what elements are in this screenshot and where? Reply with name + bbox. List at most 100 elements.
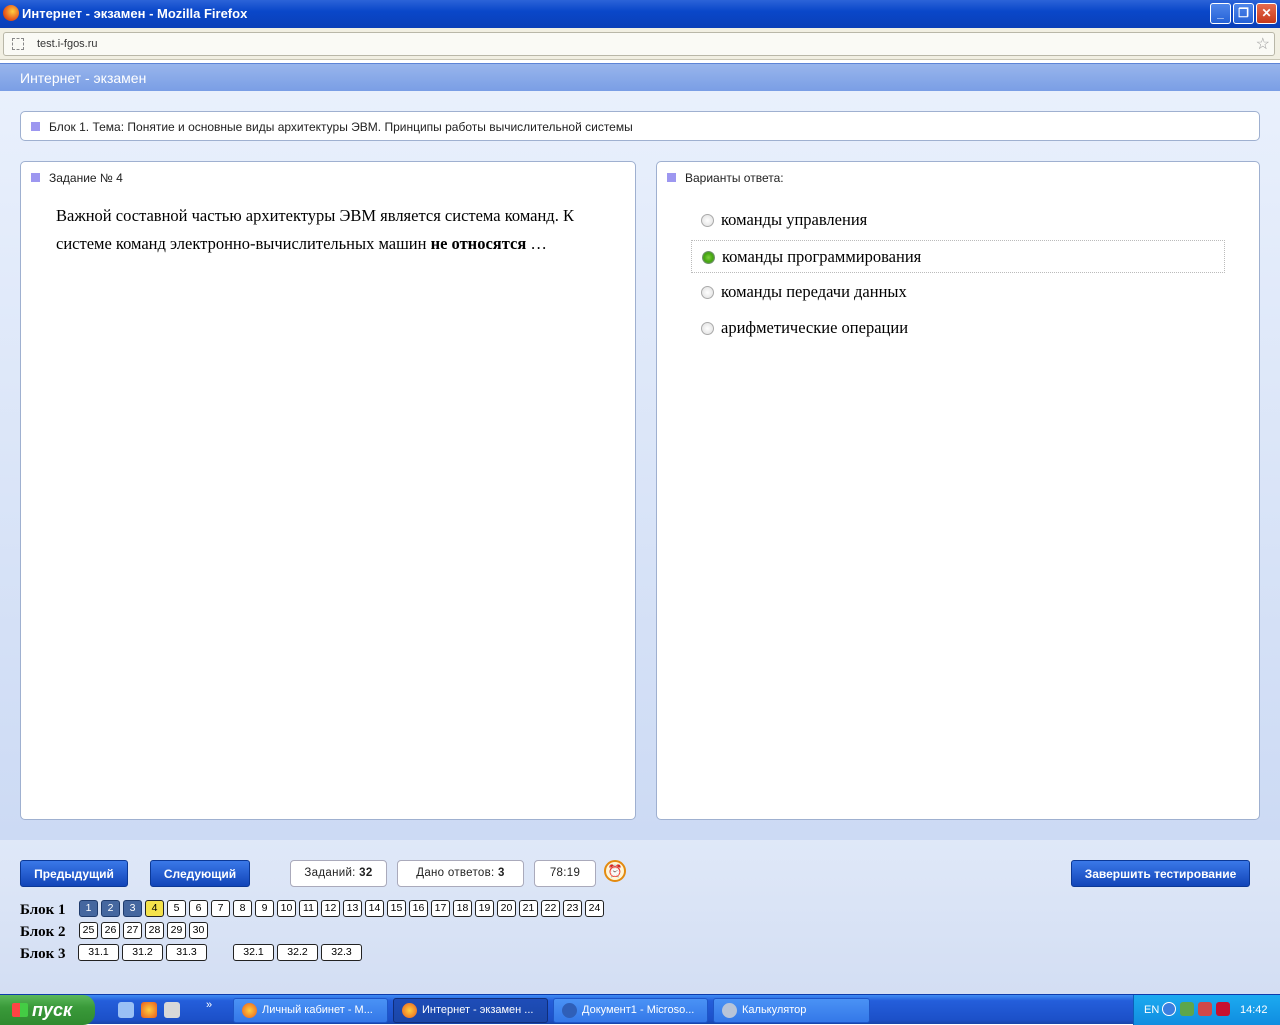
task-nav-button[interactable]: 21 [519, 900, 538, 917]
ie-quicklaunch-icon[interactable] [118, 1002, 134, 1018]
quicklaunch-more[interactable]: » [206, 999, 212, 1011]
answers-heading: Варианты ответа: [685, 171, 784, 185]
task-nav-button[interactable]: 28 [145, 922, 164, 939]
answer-label[interactable]: команды программирования [722, 247, 921, 267]
task-nav-button[interactable]: 31.2 [122, 944, 163, 961]
answer-option[interactable]: арифметические операции [691, 312, 1225, 345]
task-nav-button[interactable]: 23 [563, 900, 582, 917]
windows-taskbar: пуск » Личный кабинет - М... Интернет - э… [0, 994, 1280, 1025]
bookmark-star-icon[interactable]: ☆ [1256, 34, 1270, 54]
task-nav-button[interactable]: 30 [189, 922, 208, 939]
answer-option[interactable]: команды программирования [691, 240, 1225, 273]
firefox-icon [3, 5, 19, 21]
task-nav-button[interactable]: 18 [453, 900, 472, 917]
tasks-count-box: Заданий: 32 [290, 860, 387, 887]
task-nav-button[interactable]: 9 [255, 900, 274, 917]
alarm-clock-icon: ⏰ [604, 860, 626, 882]
block-topic-text: Блок 1. Тема: Понятие и основные виды ар… [49, 120, 633, 134]
finish-test-button[interactable]: Завершить тестирование [1071, 860, 1250, 887]
block-1-label: Блок 1 [20, 902, 66, 918]
window-app-icon [402, 1003, 417, 1018]
answer-label[interactable]: команды передачи данных [721, 282, 907, 302]
task-nav-button[interactable]: 10 [277, 900, 296, 917]
task-nav-button[interactable]: 17 [431, 900, 450, 917]
timer: 78:19 [534, 860, 596, 887]
task-nav-button[interactable]: 32.1 [233, 944, 274, 961]
url-bar[interactable]: test.i-fgos.ru ☆ [3, 32, 1275, 56]
antivirus-icon[interactable] [1216, 1002, 1230, 1016]
window-titlebar: Интернет - экзамен - Mozilla Firefox _ ❐… [0, 0, 1280, 28]
task-nav-button[interactable]: 16 [409, 900, 428, 917]
minimize-button[interactable]: _ [1210, 3, 1231, 24]
task-nav-button[interactable]: 11 [299, 900, 318, 917]
answer-label[interactable]: команды управления [721, 210, 867, 230]
system-tray: EN 14:42 [1133, 995, 1280, 1025]
task-nav-button[interactable]: 22 [541, 900, 560, 917]
page-icon [12, 38, 24, 50]
start-button[interactable]: пуск [0, 995, 95, 1025]
bullet-icon [667, 173, 676, 182]
app-quicklaunch-icon[interactable] [164, 1002, 180, 1018]
task-nav-button[interactable]: 24 [585, 900, 604, 917]
window-app-icon [722, 1003, 737, 1018]
firefox-quicklaunch-icon[interactable] [141, 1002, 157, 1018]
task-nav-button[interactable]: 12 [321, 900, 340, 917]
language-indicator[interactable]: EN [1144, 1004, 1159, 1016]
question-emphasis: не относятся [430, 234, 527, 253]
radio-button[interactable] [701, 322, 714, 335]
task-nav-button[interactable]: 32.3 [321, 944, 362, 961]
task-nav-button[interactable]: 2 [101, 900, 120, 917]
radio-button[interactable] [701, 214, 714, 227]
bullet-icon [31, 173, 40, 182]
answer-label[interactable]: арифметические операции [721, 318, 908, 338]
task-nav-button[interactable]: 29 [167, 922, 186, 939]
task-nav-button[interactable]: 20 [497, 900, 516, 917]
security-icon[interactable] [1198, 1002, 1212, 1016]
block-topic-panel: Блок 1. Тема: Понятие и основные виды ар… [20, 111, 1260, 141]
radio-button[interactable] [701, 286, 714, 299]
task-nav-button[interactable]: 3 [123, 900, 142, 917]
app-title: Интернет - экзамен [20, 70, 147, 86]
question-text: Важной составной частью архитектуры ЭВМ … [56, 206, 574, 253]
answer-option[interactable]: команды управления [691, 204, 1225, 237]
exam-main: Блок 1. Тема: Понятие и основные виды ар… [0, 91, 1280, 840]
taskbar-window-button[interactable]: Интернет - экзамен ... [393, 998, 548, 1023]
radio-button[interactable] [702, 251, 715, 264]
taskbar-window-button[interactable]: Личный кабинет - М... [233, 998, 388, 1023]
block-2-label: Блок 2 [20, 924, 66, 940]
taskbar-window-button[interactable]: Калькулятор [713, 998, 870, 1023]
task-nav-button[interactable]: 4 [145, 900, 164, 917]
url-text[interactable]: test.i-fgos.ru [37, 38, 98, 50]
clock-time: 14:42 [1240, 1004, 1268, 1016]
answered-count-box: Дано ответов: 3 [397, 860, 524, 887]
show-hidden-icons-icon[interactable] [1162, 1002, 1176, 1016]
task-nav-button[interactable]: 14 [365, 900, 384, 917]
task-nav-button[interactable]: 13 [343, 900, 362, 917]
task-nav-button[interactable]: 1 [79, 900, 98, 917]
answer-option[interactable]: команды передачи данных [691, 276, 1225, 309]
task-nav-button[interactable]: 5 [167, 900, 186, 917]
previous-button[interactable]: Предыдущий [20, 860, 128, 887]
task-nav-button[interactable]: 32.2 [277, 944, 318, 961]
bottom-controls: Предыдущий Следующий Заданий: 32 Дано от… [0, 840, 1280, 994]
maximize-button[interactable]: ❐ [1233, 3, 1254, 24]
task-nav-button[interactable]: 26 [101, 922, 120, 939]
next-button[interactable]: Следующий [150, 860, 250, 887]
task-nav-button[interactable]: 15 [387, 900, 406, 917]
task-nav-button[interactable]: 31.3 [166, 944, 207, 961]
bullet-icon [31, 122, 40, 131]
network-icon[interactable] [1180, 1002, 1194, 1016]
windows-logo-icon [12, 1003, 28, 1017]
taskbar-window-button[interactable]: Документ1 - Microso... [553, 998, 708, 1023]
task-nav-button[interactable]: 27 [123, 922, 142, 939]
task-nav-button[interactable]: 25 [79, 922, 98, 939]
task-nav-button[interactable]: 8 [233, 900, 252, 917]
task-nav-button[interactable]: 19 [475, 900, 494, 917]
close-button[interactable]: ✕ [1256, 3, 1277, 24]
task-heading: Задание № 4 [49, 171, 123, 185]
task-panel: Задание № 4 Важной составной частью архи… [20, 161, 636, 820]
task-nav-button[interactable]: 7 [211, 900, 230, 917]
task-nav-button[interactable]: 6 [189, 900, 208, 917]
task-nav-button[interactable]: 31.1 [78, 944, 119, 961]
answers-panel: Варианты ответа: команды управления коман… [656, 161, 1260, 820]
